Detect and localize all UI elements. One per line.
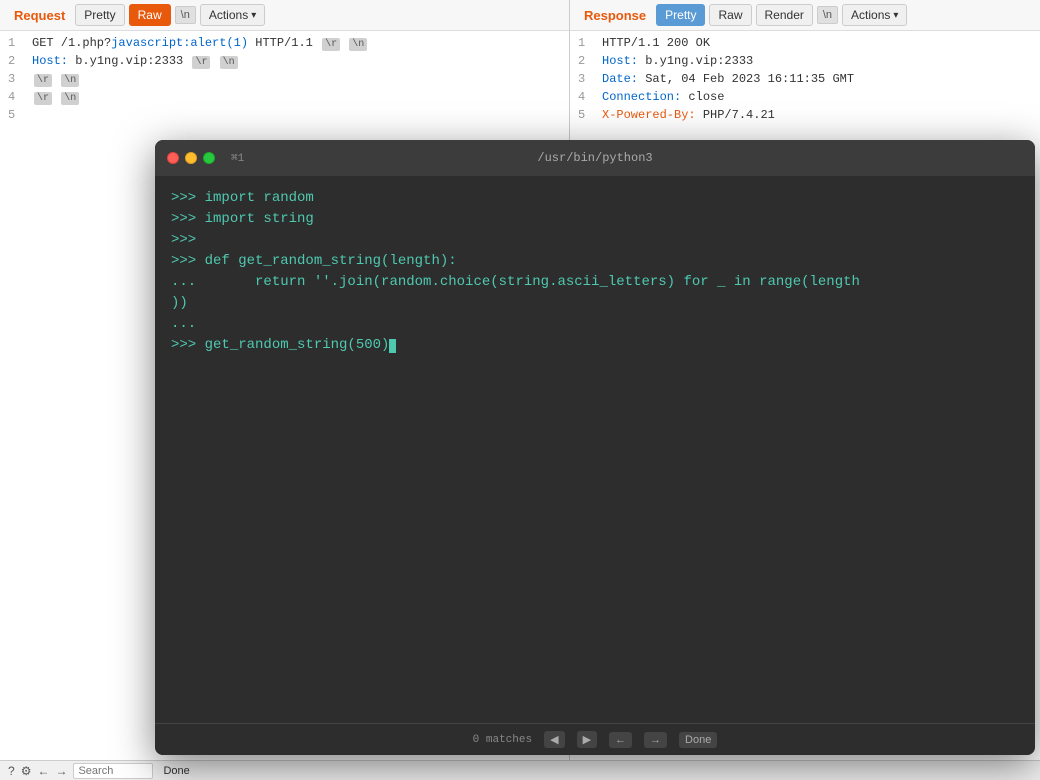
response-tab-render[interactable]: Render <box>756 4 813 26</box>
response-tab-pretty[interactable]: Pretty <box>656 4 705 26</box>
terminal-titlebar: ⌘1 /usr/bin/python3 <box>155 140 1035 176</box>
request-tab-n[interactable]: \n <box>175 6 196 24</box>
request-line-4: 4 \r \n <box>0 89 569 107</box>
request-title: Request <box>8 6 71 25</box>
terminal-body[interactable]: >>> import random >>> import string >>> … <box>155 176 1035 723</box>
back-icon[interactable]: ← <box>37 764 49 778</box>
response-header: Response Pretty Raw Render \n Actions <box>570 0 1040 31</box>
request-tab-pretty[interactable]: Pretty <box>75 4 124 26</box>
response-actions-button[interactable]: Actions <box>842 4 907 26</box>
forward-icon[interactable]: → <box>55 764 67 778</box>
term-line-7: ... <box>171 314 1019 335</box>
terminal-shortcut: ⌘1 <box>231 151 244 165</box>
minimize-button[interactable] <box>185 152 197 164</box>
response-line-5: 5 X-Powered-By: PHP/7.4.21 <box>570 107 1040 125</box>
request-actions-button[interactable]: Actions <box>200 4 265 26</box>
term-prev-button[interactable]: ◀ <box>544 731 564 748</box>
request-line-1: 1 GET /1.php?javascript:alert(1) HTTP/1.… <box>0 35 569 53</box>
term-line-6: )) <box>171 293 1019 314</box>
bottom-bar: ? ⚙ ← → Done <box>0 760 1040 780</box>
close-button[interactable] <box>167 152 179 164</box>
response-tab-raw[interactable]: Raw <box>709 4 751 26</box>
response-title: Response <box>578 6 652 25</box>
maximize-button[interactable] <box>203 152 215 164</box>
term-next-button[interactable]: ▶ <box>577 731 597 748</box>
term-line-2: >>> import string <box>171 209 1019 230</box>
terminal-bottom-bar: 0 matches ◀ ▶ ← → Done <box>155 723 1035 755</box>
request-line-2: 2 Host: b.y1ng.vip:2333 \r \n <box>0 53 569 71</box>
request-line-3: 3 \r \n <box>0 71 569 89</box>
response-tab-n[interactable]: \n <box>817 6 838 24</box>
request-header: Request Pretty Raw \n Actions <box>0 0 569 31</box>
term-line-8: >>> get_random_string(500) <box>171 335 1019 356</box>
term-line-1: >>> import random <box>171 188 1019 209</box>
help-icon[interactable]: ? <box>8 764 15 778</box>
response-line-4: 4 Connection: close <box>570 89 1040 107</box>
cursor <box>389 339 396 353</box>
terminal-title: /usr/bin/python3 <box>537 151 652 165</box>
response-line-3: 3 Date: Sat, 04 Feb 2023 16:11:35 GMT <box>570 71 1040 89</box>
term-back-button[interactable]: ← <box>609 732 632 748</box>
response-line-2: 2 Host: b.y1ng.vip:2333 <box>570 53 1040 71</box>
response-line-1: 1 HTTP/1.1 200 OK <box>570 35 1040 53</box>
term-line-4: >>> def get_random_string(length): <box>171 251 1019 272</box>
matches-label: 0 matches <box>473 734 532 746</box>
request-line-5: 5 <box>0 107 569 125</box>
term-line-3: >>> <box>171 230 1019 251</box>
term-done-button[interactable]: Done <box>679 732 717 748</box>
traffic-lights <box>167 152 215 164</box>
term-line-5: ... return ''.join(random.choice(string.… <box>171 272 1019 293</box>
terminal-window: ⌘1 /usr/bin/python3 >>> import random >>… <box>155 140 1035 755</box>
search-input[interactable] <box>73 763 153 779</box>
status-text: Done <box>163 765 189 777</box>
term-forward-button[interactable]: → <box>644 732 667 748</box>
settings-icon[interactable]: ⚙ <box>21 764 32 778</box>
request-tab-raw[interactable]: Raw <box>129 4 171 26</box>
